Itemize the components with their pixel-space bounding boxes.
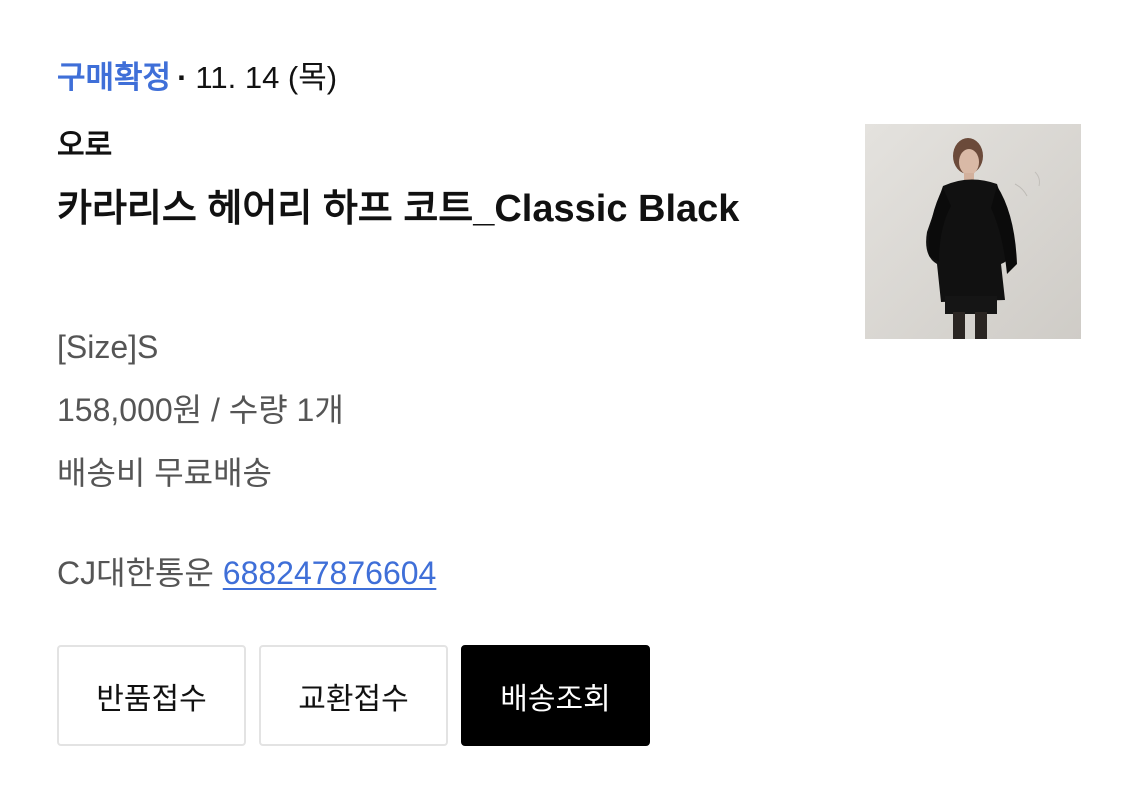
delivery-info: CJ대한통운 688247876604 bbox=[57, 553, 436, 593]
status-separator: · bbox=[177, 60, 188, 95]
order-item-card: 구매확정 · 11. 14 (목) 오로 카라리스 헤어리 하프 코트_Classi… bbox=[57, 0, 1087, 789]
brand-name[interactable]: 오로 bbox=[57, 128, 112, 164]
exchange-request-button[interactable]: 교환접수 bbox=[259, 645, 448, 746]
shipping-fee: 배송비 무료배송 bbox=[57, 455, 272, 491]
product-name[interactable]: 카라리스 헤어리 하프 코트_Classic Black bbox=[57, 178, 802, 240]
action-buttons: 반품접수 교환접수 배송조회 bbox=[57, 645, 650, 746]
product-photo bbox=[865, 124, 1081, 339]
return-request-button[interactable]: 반품접수 bbox=[57, 645, 246, 746]
tracking-number-link[interactable]: 688247876604 bbox=[223, 555, 437, 591]
order-date: 11. 14 (목) bbox=[195, 60, 338, 95]
product-option: [Size]S bbox=[57, 329, 159, 365]
order-status-line: 구매확정 · 11. 14 (목) bbox=[57, 58, 337, 98]
product-thumbnail[interactable] bbox=[865, 124, 1081, 339]
order-status-label: 구매확정 bbox=[57, 60, 172, 95]
product-price-quantity: 158,000원 / 수량 1개 bbox=[57, 392, 344, 428]
track-delivery-button[interactable]: 배송조회 bbox=[461, 645, 650, 746]
carrier-name: CJ대한통운 bbox=[57, 555, 214, 591]
